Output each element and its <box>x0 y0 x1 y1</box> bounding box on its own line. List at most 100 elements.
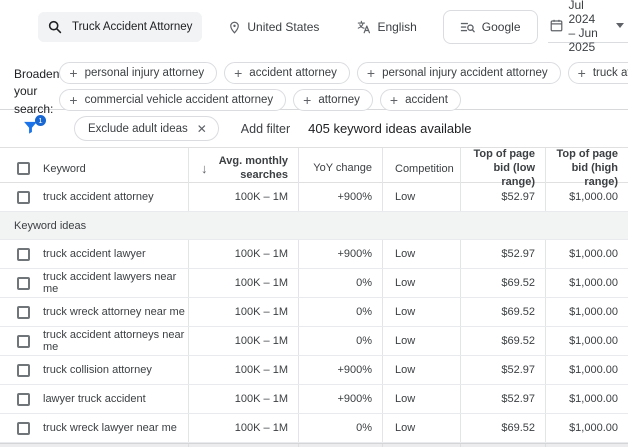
keyword-planner-page: Truck Accident Attorney United States En… <box>0 0 628 447</box>
plus-icon: + <box>69 92 78 108</box>
broaden-search-section: Broaden your search: + personal injury at… <box>0 54 628 116</box>
bid-low-cell: $52.97 <box>460 183 545 211</box>
keyword-cell: truck accident attorneys near me <box>43 329 185 353</box>
location-pin-icon <box>228 21 241 34</box>
row-checkbox[interactable] <box>17 334 30 348</box>
keyword-cell: truck accident lawyers near me <box>43 271 177 295</box>
bid-low-cell: $69.52 <box>460 414 545 442</box>
avg-searches-cell: 100K – 1M <box>188 385 298 413</box>
search-input-value: Truck Accident Attorney <box>72 21 193 33</box>
plus-icon: + <box>389 92 399 108</box>
exclude-chip-label: Exclude adult ideas <box>88 122 188 135</box>
row-checkbox[interactable] <box>17 247 30 261</box>
table-row[interactable]: truck accident attorney 100K – 1M +900% … <box>0 183 628 212</box>
avg-searches-cell: 100K – 1M <box>188 298 298 326</box>
broaden-chip[interactable]: + accident <box>379 89 461 111</box>
network-label: Google <box>481 20 521 34</box>
search-icon <box>48 20 62 34</box>
keyword-cell: lawyer truck accident <box>43 393 146 405</box>
broaden-chip-label: accident attorney <box>249 67 337 79</box>
broaden-chip-label: commercial vehicle accident attorney <box>84 94 274 106</box>
plus-icon: + <box>577 65 586 81</box>
table-row[interactable]: truck accident lawyer 100K – 1M +900% Lo… <box>0 240 628 269</box>
top-toolbar: Truck Accident Attorney United States En… <box>0 0 628 54</box>
competition-cell: Low <box>382 269 460 297</box>
location-label: United States <box>247 20 320 34</box>
keyword-cell: truck wreck lawyer near me <box>43 422 177 434</box>
yoy-change-cell: +900% <box>298 240 382 268</box>
yoy-change-cell: 0% <box>298 327 382 355</box>
plus-icon: + <box>69 65 78 81</box>
competition-cell: Low <box>382 385 460 413</box>
keyword-search-input[interactable]: Truck Accident Attorney <box>38 12 203 42</box>
language-label: English <box>377 20 417 34</box>
row-checkbox[interactable] <box>17 421 30 435</box>
competition-cell: Low <box>382 298 460 326</box>
bid-high-cell: $1,000.00 <box>545 240 628 268</box>
yoy-change-cell: +900% <box>298 356 382 384</box>
location-selector[interactable]: United States <box>228 20 319 34</box>
filter-count-badge: 1 <box>35 114 46 126</box>
table-row[interactable]: truck accident lawyers near me 100K – 1M… <box>0 269 628 298</box>
sort-descending-icon[interactable]: ↓ <box>201 161 208 177</box>
table-row[interactable]: truck collision attorney 100K – 1M +900%… <box>0 356 628 385</box>
plus-icon: + <box>303 92 312 108</box>
yoy-change-cell: +900% <box>298 385 382 413</box>
bid-high-cell: $1,000.00 <box>545 183 628 211</box>
broaden-chip[interactable]: + truck attorney <box>567 62 628 84</box>
bid-low-cell: $69.52 <box>460 298 545 326</box>
competition-cell: Low <box>382 183 460 211</box>
add-filter-button[interactable]: Add filter <box>241 122 290 136</box>
bid-high-cell: $1,000.00 <box>545 414 628 442</box>
broaden-chip-label: accident <box>405 94 448 106</box>
bid-high-cell: $1,000.00 <box>545 356 628 384</box>
row-checkbox[interactable] <box>17 363 30 377</box>
filter-button[interactable]: 1 <box>22 114 46 139</box>
table-row[interactable]: truck accident attorneys near me 100K – … <box>0 327 628 356</box>
table-row[interactable]: truck wreck lawyer near me 100K – 1M 0% … <box>0 414 628 443</box>
select-all-checkbox[interactable] <box>17 162 30 176</box>
competition-cell: Low <box>382 240 460 268</box>
yoy-change-cell: +900% <box>298 183 382 211</box>
yoy-change-cell: 0% <box>298 298 382 326</box>
table-row[interactable]: truck wreck attorney near me 100K – 1M 0… <box>0 298 628 327</box>
keyword-cell: truck accident lawyer <box>43 248 146 260</box>
broaden-chip[interactable]: + accident attorney <box>224 62 350 84</box>
table-header: Keyword ↓ Avg. monthly searches YoY chan… <box>0 147 628 190</box>
yoy-change-cell: 0% <box>298 269 382 297</box>
table-row[interactable]: lawyer truck accident 100K – 1M +900% Lo… <box>0 385 628 414</box>
row-checkbox[interactable] <box>17 276 30 290</box>
language-selector[interactable]: English <box>357 20 417 34</box>
broaden-chip-label: attorney <box>318 94 360 106</box>
broaden-chip[interactable]: + commercial vehicle accident attorney <box>59 89 287 111</box>
competition-cell: Low <box>382 414 460 442</box>
date-range-selector[interactable]: Jul 2024 – Jun 2025 <box>547 0 628 54</box>
close-icon[interactable]: ✕ <box>197 122 207 136</box>
row-checkbox[interactable] <box>17 190 30 204</box>
search-network-icon <box>460 21 475 34</box>
chevron-down-icon <box>616 23 624 28</box>
bid-low-cell: $52.97 <box>460 356 545 384</box>
header-keyword-label[interactable]: Keyword <box>43 163 86 175</box>
plus-icon: + <box>234 65 243 81</box>
broaden-search-label: Broaden your search: <box>14 67 60 116</box>
avg-searches-cell: 100K – 1M <box>188 240 298 268</box>
keyword-cell: truck accident attorney <box>43 191 154 203</box>
header-avg-searches[interactable]: ↓ Avg. monthly searches <box>188 148 298 190</box>
partial-next-row <box>0 443 628 447</box>
broaden-chip[interactable]: + personal injury accident attorney <box>356 62 561 84</box>
bid-low-cell: $52.97 <box>460 240 545 268</box>
broaden-chip[interactable]: + attorney <box>293 89 373 111</box>
row-checkbox[interactable] <box>17 305 30 319</box>
plus-icon: + <box>366 65 376 81</box>
competition-cell: Low <box>382 356 460 384</box>
network-selector[interactable]: Google <box>442 10 538 44</box>
translate-icon <box>357 20 371 34</box>
exclude-adult-ideas-chip[interactable]: Exclude adult ideas ✕ <box>74 116 219 141</box>
avg-searches-cell: 100K – 1M <box>188 414 298 442</box>
yoy-change-cell: 0% <box>298 414 382 442</box>
bid-high-cell: $1,000.00 <box>545 385 628 413</box>
row-checkbox[interactable] <box>17 392 30 406</box>
broaden-chip[interactable]: + personal injury attorney <box>59 62 218 84</box>
broaden-chip-label: truck attorney <box>592 67 628 79</box>
